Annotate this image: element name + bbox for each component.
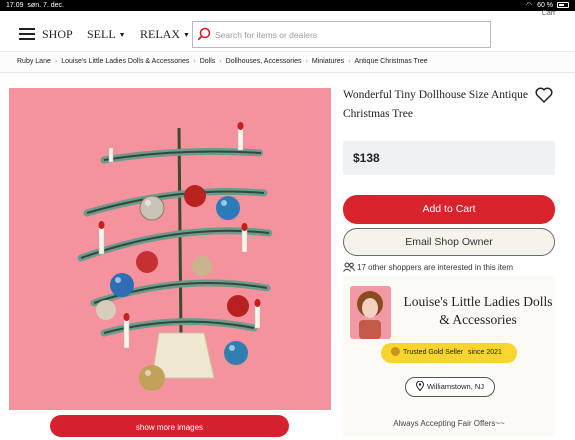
shop-location[interactable]: Williamstown, NJ bbox=[405, 377, 495, 397]
breadcrumb-item[interactable]: Dolls bbox=[200, 58, 216, 65]
breadcrumb-item[interactable]: Louise's Little Ladies Dolls & Accessori… bbox=[61, 58, 189, 65]
breadcrumb-item[interactable]: Miniatures bbox=[312, 58, 344, 65]
nav-sell[interactable]: SELL ▼ bbox=[87, 27, 126, 42]
shop-avatar[interactable] bbox=[350, 286, 391, 339]
status-time: 17.09 bbox=[6, 2, 24, 9]
battery-percent: 60 % bbox=[537, 2, 554, 9]
location-pin-icon bbox=[415, 380, 424, 392]
nav-relax[interactable]: RELAX ▼ bbox=[140, 27, 190, 42]
show-more-images-button[interactable]: show more images bbox=[50, 415, 289, 437]
status-bar: 17.09 søn. 7. dec. ◠ 60 % bbox=[0, 0, 575, 11]
hamburger-icon[interactable] bbox=[19, 28, 35, 40]
email-shop-owner-button[interactable]: Email Shop Owner bbox=[343, 228, 555, 256]
product-price: $138 bbox=[353, 151, 380, 165]
battery-icon bbox=[557, 2, 569, 9]
trusted-gold-seller-badge: Trusted Gold Seller since 2021 bbox=[381, 343, 517, 363]
status-date: søn. 7. dec. bbox=[27, 2, 64, 9]
chevron-down-icon: ▼ bbox=[118, 31, 126, 39]
search-icon bbox=[197, 27, 211, 41]
interest-note: 17 other shoppers are interested in this… bbox=[343, 262, 513, 272]
breadcrumb-item[interactable]: Ruby Lane bbox=[17, 58, 51, 65]
price-box: $138 bbox=[343, 141, 555, 175]
cart-link[interactable]: Cart bbox=[542, 10, 555, 17]
shop-card: Louise's Little Ladies Dolls & Accessori… bbox=[343, 276, 555, 436]
chevron-down-icon: ▼ bbox=[183, 31, 190, 39]
breadcrumb-item[interactable]: Antique Christmas Tree bbox=[355, 58, 428, 65]
product-title: Wonderful Tiny Dollhouse Size Antique Ch… bbox=[343, 89, 528, 120]
add-to-cart-button[interactable]: Add to Cart bbox=[343, 195, 555, 224]
search-placeholder: Search for items or dealers bbox=[215, 30, 318, 40]
doll-portrait-image bbox=[350, 286, 391, 339]
wifi-icon: ◠ bbox=[526, 2, 533, 9]
medal-icon bbox=[391, 347, 400, 356]
search-input[interactable]: Search for items or dealers bbox=[192, 21, 491, 48]
shop-name[interactable]: Louise's Little Ladies Dolls & Accessori… bbox=[403, 293, 553, 329]
product-image[interactable] bbox=[9, 88, 331, 410]
breadcrumb-item[interactable]: Dollhouses, Accessories bbox=[226, 58, 302, 65]
top-navbar: SHOP SELL ▼ RELAX ▼ Search for items or de… bbox=[0, 18, 575, 52]
shop-note: Always Accepting Fair Offers~~ bbox=[393, 419, 505, 428]
nav-shop[interactable]: SHOP bbox=[42, 27, 73, 42]
breadcrumb: Ruby Lane › Louise's Little Ladies Dolls &… bbox=[0, 51, 575, 73]
christmas-tree-image bbox=[77, 122, 273, 391]
people-icon bbox=[343, 262, 355, 272]
heart-icon[interactable] bbox=[535, 87, 553, 103]
